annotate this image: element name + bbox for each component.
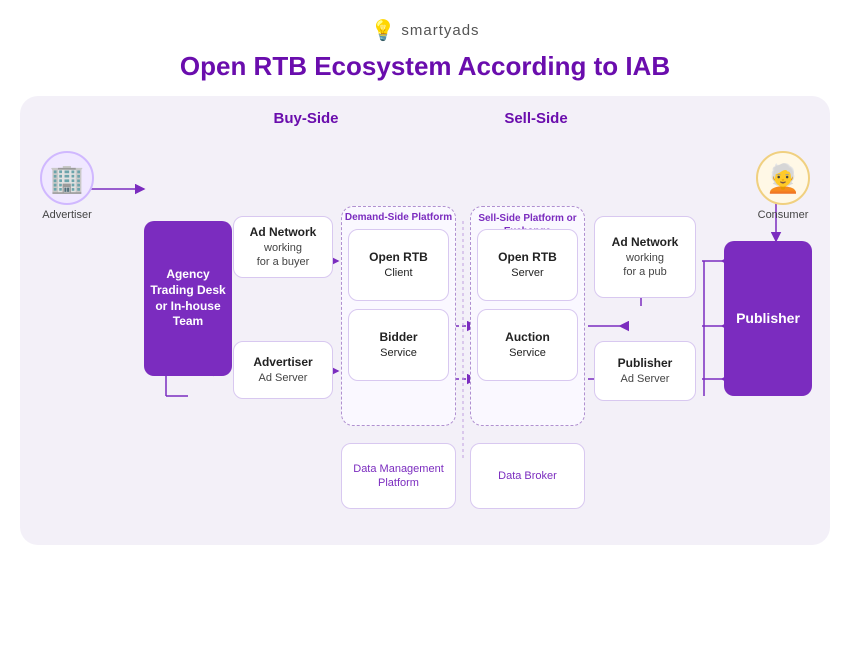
- ad-network-sell-box: Ad Network workingfor a pub: [594, 216, 696, 298]
- open-rtb-client-box: Open RTB Client: [348, 229, 449, 301]
- advertiser-icon-wrap: 🏢 Advertiser: [40, 151, 94, 221]
- logo-text: smartyads: [401, 22, 479, 39]
- auction-service-box: Auction Service: [477, 309, 578, 381]
- ad-network-buy-bold: Ad Network: [250, 225, 317, 239]
- ad-network-sell-sub: workingfor a pub: [612, 251, 679, 280]
- open-rtb-server-box: Open RTB Server: [477, 229, 578, 301]
- diagram-body: 🏢 Advertiser 🧑‍🦳 Consumer Agency Trading…: [36, 131, 814, 531]
- buy-side-label: Buy-Side: [191, 110, 421, 127]
- page: 💡 smartyads Open RTB Ecosystem According…: [0, 0, 850, 660]
- dsp-box: Demand-Side Platform Open RTB Client Bid…: [341, 206, 456, 426]
- consumer-icon-wrap: 🧑‍🦳 Consumer: [756, 151, 810, 221]
- page-title: Open RTB Ecosystem According to IAB: [180, 51, 670, 82]
- open-rtb-server-sub: Server: [498, 266, 557, 280]
- bidder-service-sub: Service: [379, 346, 417, 360]
- bidder-service-bold: Bidder: [379, 330, 417, 344]
- publisher-label: Publisher: [736, 309, 800, 327]
- adserver-sub: Ad Server: [253, 371, 312, 385]
- ad-network-buy-box: Ad Network workingfor a buyer: [233, 216, 333, 278]
- advertiser-label: Advertiser: [42, 209, 92, 221]
- dmp-text: Data Management Platform: [347, 462, 450, 491]
- ad-network-buy-sub: workingfor a buyer: [250, 241, 317, 270]
- dsp-label: Demand-Side Platform: [342, 212, 455, 223]
- agency-label: Agency Trading Desk or In-house Team: [150, 267, 225, 329]
- publisher-box: Publisher: [724, 241, 812, 396]
- pub-ad-server-bold: Publisher: [618, 356, 673, 370]
- data-broker-box: Data Broker: [470, 443, 585, 509]
- consumer-label: Consumer: [758, 209, 809, 221]
- adserver-bold: Advertiser: [253, 355, 312, 369]
- logo-area: 💡 smartyads: [370, 18, 479, 43]
- open-rtb-server-bold: Open RTB: [498, 250, 557, 264]
- pub-ad-server-sub: Ad Server: [618, 372, 673, 386]
- data-broker-text: Data Broker: [498, 469, 557, 483]
- open-rtb-client-sub: Client: [369, 266, 428, 280]
- publisher-ad-server-box: Publisher Ad Server: [594, 341, 696, 401]
- ad-network-sell-bold: Ad Network: [612, 235, 679, 249]
- logo-icon: 💡: [370, 18, 395, 43]
- open-rtb-client-bold: Open RTB: [369, 250, 428, 264]
- dmp-box: Data Management Platform: [341, 443, 456, 509]
- bidder-service-box: Bidder Service: [348, 309, 449, 381]
- auction-service-sub: Service: [505, 346, 550, 360]
- advertiser-icon: 🏢: [40, 151, 94, 205]
- agency-trading-desk-box: Agency Trading Desk or In-house Team: [144, 221, 232, 376]
- advertiser-ad-server-box: Advertiser Ad Server: [233, 341, 333, 399]
- diagram-container: Buy-Side Sell-Side: [20, 96, 830, 545]
- ssp-box: Sell-Side Platform or Exchange Open RTB …: [470, 206, 585, 426]
- auction-service-bold: Auction: [505, 330, 550, 344]
- sell-side-label: Sell-Side: [421, 110, 651, 127]
- consumer-icon: 🧑‍🦳: [756, 151, 810, 205]
